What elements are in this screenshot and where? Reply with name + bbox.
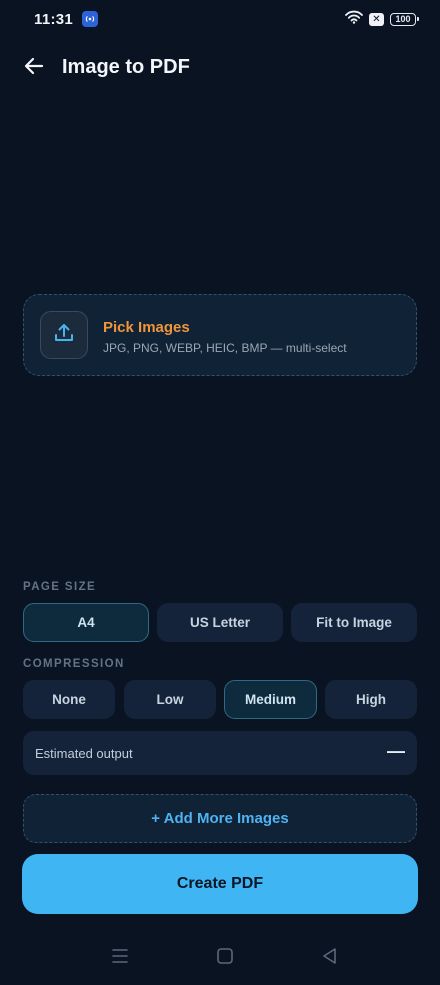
nav-recents-button[interactable]	[109, 948, 131, 968]
nav-home-button[interactable]	[214, 947, 236, 970]
back-button[interactable]	[20, 54, 48, 82]
upload-icon-box	[40, 311, 88, 359]
square-icon	[216, 947, 234, 970]
status-icons: ✕ 100	[345, 10, 419, 29]
pick-images-subtitle: JPG, PNG, WEBP, HEIC, BMP — multi-select	[103, 341, 347, 355]
estimated-output-label: Estimated output	[35, 746, 133, 761]
status-time: 11:31	[34, 11, 74, 28]
page-size-label: PAGE SIZE	[23, 581, 97, 593]
compression-high-button[interactable]: High	[325, 680, 417, 719]
compression-medium-button[interactable]: Medium	[224, 680, 317, 719]
nav-back-button[interactable]	[319, 947, 341, 970]
wifi-icon	[345, 10, 363, 29]
arrow-left-icon	[24, 57, 44, 80]
battery-indicator: 100	[390, 12, 419, 26]
system-nav-bar	[0, 940, 440, 976]
upload-icon	[52, 321, 76, 350]
page-title: Image to PDF	[62, 56, 190, 78]
pick-images-card[interactable]: Pick Images JPG, PNG, WEBP, HEIC, BMP — …	[23, 294, 417, 376]
page-size-fit-to-image-button[interactable]: Fit to Image	[291, 603, 417, 642]
triangle-back-icon	[321, 947, 339, 970]
page-size-a4-button[interactable]: A4	[23, 603, 149, 642]
close-badge-icon: ✕	[369, 12, 384, 26]
compression-low-button[interactable]: Low	[124, 680, 216, 719]
add-more-images-button[interactable]: + Add More Images	[23, 794, 417, 843]
screen: 11:31 ✕ 100 Image to PDF Pick Images JPG…	[0, 0, 440, 985]
estimated-output-value: —	[387, 741, 405, 761]
app-bar: Image to PDF	[0, 48, 440, 88]
page-size-us-letter-button[interactable]: US Letter	[157, 603, 283, 642]
create-pdf-button[interactable]: Create PDF	[22, 854, 418, 914]
estimated-output-row: Estimated output —	[23, 731, 417, 775]
menu-icon	[111, 948, 129, 969]
pick-images-title: Pick Images	[103, 319, 190, 336]
compression-label: COMPRESSION	[23, 658, 125, 670]
status-bar: 11:31 ✕ 100	[0, 0, 440, 38]
cast-icon	[82, 11, 98, 27]
compression-none-button[interactable]: None	[23, 680, 115, 719]
